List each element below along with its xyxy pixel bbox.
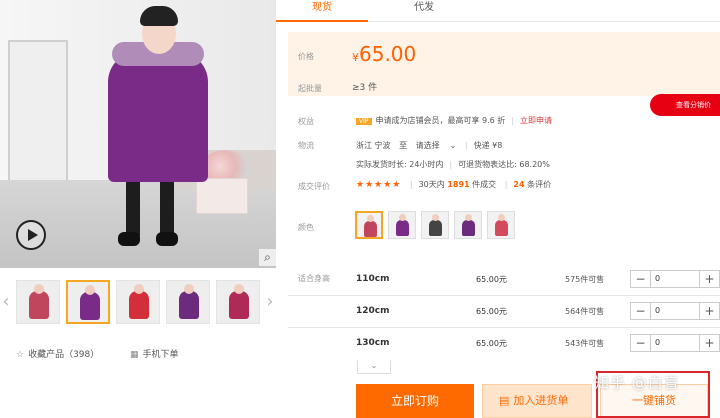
collapse-sizes-icon[interactable]: ⌄ [357, 360, 391, 374]
size-price: 65.00元 [476, 339, 507, 348]
price-value: ¥65.00 [352, 42, 417, 66]
quantity-stepper[interactable]: −0 + [630, 270, 720, 288]
qrcode-icon: ▦ [130, 350, 139, 360]
price-label: 价格 [298, 52, 314, 61]
photo-hair [140, 6, 178, 26]
vip-tag: VIP [356, 118, 372, 125]
photo-coat [108, 52, 208, 182]
color-label: 颜色 [298, 223, 314, 232]
chevron-down-icon: ⌄ [449, 141, 457, 150]
row-divider [288, 295, 720, 296]
tab-dropship[interactable]: 代发 [378, 0, 470, 22]
plus-icon[interactable]: + [699, 271, 719, 287]
mobile-order-button[interactable]: ▦ 手机下单 [130, 347, 179, 360]
zoom-icon[interactable]: ⌕ [259, 249, 276, 266]
size-price: 65.00元 [476, 307, 507, 316]
reviews-label: 成交评价 [298, 182, 330, 191]
tab-in-stock[interactable]: 现货 [276, 0, 368, 22]
color-swatch[interactable] [355, 211, 383, 239]
play-video-icon[interactable] [16, 220, 46, 250]
benefits-row: VIP 申请成为店铺会员，最高可享 9.6 折 | 立即申请 [356, 115, 552, 126]
rating-stars: ★★★★★ [356, 180, 402, 190]
minus-icon[interactable]: − [631, 271, 651, 287]
min-order-value: ≥3 件 [352, 83, 378, 93]
size-label: 适合身高 [298, 274, 330, 283]
sold-count: 1891 [447, 180, 470, 189]
apply-member-link[interactable]: 立即申请 [520, 116, 552, 125]
buy-now-button[interactable]: 立即订购 [356, 384, 474, 418]
stock-count: 564件可售 [565, 307, 605, 316]
photo-shoe [156, 232, 178, 246]
photo-leg [126, 180, 140, 236]
quantity-stepper[interactable]: −0 + [630, 334, 720, 352]
photo-leg [160, 180, 174, 236]
photo-gift-box [196, 178, 248, 214]
reviews-row: ★★★★★ | 30天内 1891 件成交 | 24 条评价 [356, 180, 552, 190]
thumbnail[interactable] [66, 280, 110, 324]
size-name: 110cm [356, 274, 390, 284]
view-distribution-price-button[interactable]: 查看分销价 [650, 94, 720, 116]
thumbnail[interactable] [166, 280, 210, 324]
clipboard-icon: ▤ [499, 394, 510, 407]
main-product-image[interactable]: ⌕ [0, 0, 276, 268]
color-swatch[interactable] [421, 211, 449, 239]
review-count[interactable]: 24 [513, 180, 524, 189]
logistics-row: 浙江 宁波 至 请选择 ⌄ | 快递 ¥8 [356, 141, 503, 150]
thumb-next-icon[interactable]: › [264, 292, 276, 312]
row-divider [288, 327, 720, 328]
size-name: 130cm [356, 338, 390, 348]
quantity-input[interactable]: 0 [655, 338, 660, 347]
size-name: 120cm [356, 306, 390, 316]
minus-icon[interactable]: − [631, 335, 651, 351]
plus-icon[interactable]: + [699, 335, 719, 351]
tab-bar: 现货 代发 [276, 0, 720, 22]
quantity-input[interactable]: 0 [655, 306, 660, 315]
photo-shoe [118, 232, 140, 246]
add-to-cart-button[interactable]: ▤ 加入进货单 [482, 384, 592, 418]
color-swatch[interactable] [487, 211, 515, 239]
logistics-label: 物流 [298, 141, 314, 150]
benefits-label: 权益 [298, 117, 314, 126]
photo-mirror [8, 40, 68, 190]
stock-count: 543件可售 [565, 339, 605, 348]
minus-icon[interactable]: − [631, 303, 651, 319]
star-icon: ☆ [16, 350, 25, 360]
destination-select[interactable]: 请选择 ⌄ [416, 141, 457, 150]
collect-product-button[interactable]: ☆ 收藏产品（398） [16, 347, 99, 360]
watermark: 知乎 @白盲 [594, 374, 680, 392]
thumbnail[interactable] [216, 280, 260, 324]
min-order-label: 起批量 [298, 84, 322, 93]
thumbnail[interactable] [16, 280, 60, 324]
plus-icon[interactable]: + [699, 303, 719, 319]
color-swatch[interactable] [388, 211, 416, 239]
thumb-prev-icon[interactable]: ‹ [0, 292, 12, 312]
stock-count: 575件可售 [565, 275, 605, 284]
quantity-input[interactable]: 0 [655, 274, 660, 283]
quantity-stepper[interactable]: −0 + [630, 302, 720, 320]
ship-stats: 实际发货时长: 24小时内 | 可退货物表达比: 68.20% [356, 160, 550, 169]
size-price: 65.00元 [476, 275, 507, 284]
color-swatch[interactable] [454, 211, 482, 239]
thumbnail[interactable] [116, 280, 160, 324]
